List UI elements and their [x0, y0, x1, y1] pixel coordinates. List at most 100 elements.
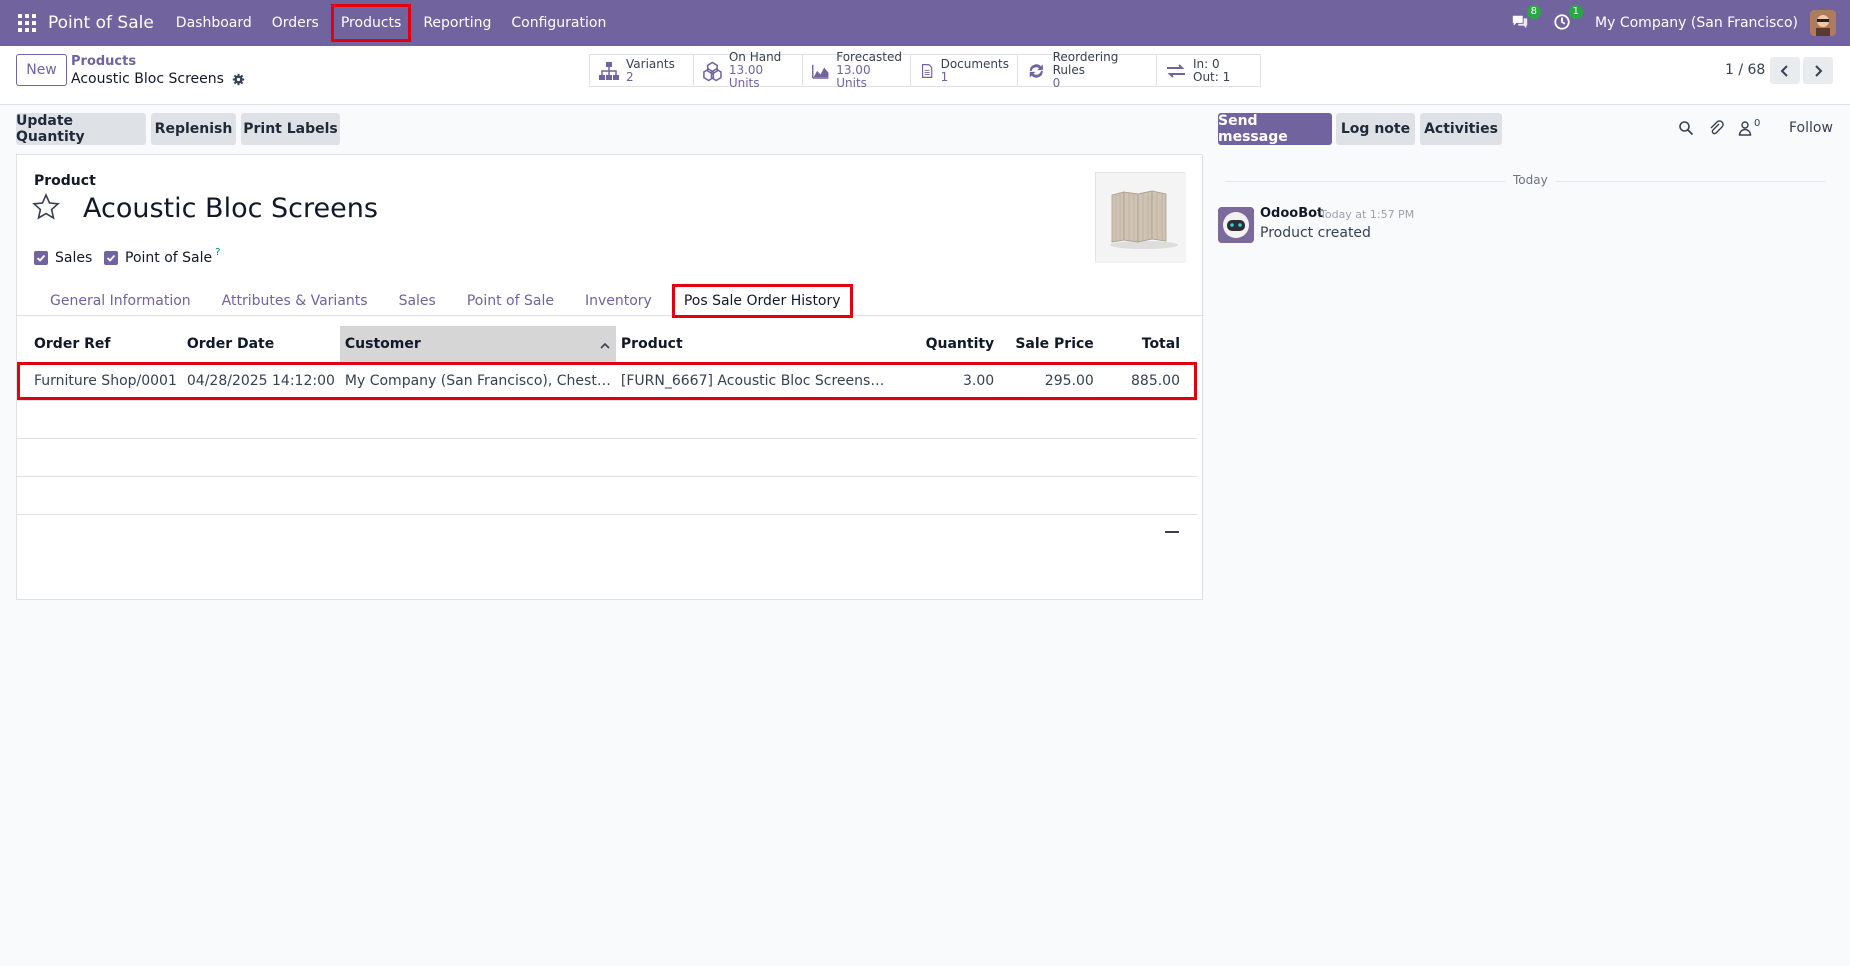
pager-previous-button[interactable]: [1770, 57, 1800, 84]
col-order-date[interactable]: Order Date: [182, 326, 340, 362]
odoobot-avatar: [1218, 207, 1254, 243]
print-labels-button[interactable]: Print Labels: [241, 113, 340, 145]
col-customer[interactable]: Customer: [339, 326, 616, 362]
sales-checkbox[interactable]: Sales: [34, 250, 92, 266]
new-button[interactable]: New: [16, 54, 67, 86]
tab-point-of-sale[interactable]: Point of Sale: [453, 286, 568, 315]
follow-button[interactable]: Follow: [1789, 120, 1833, 136]
col-customer-label: Customer: [344, 336, 421, 352]
cell-order-ref[interactable]: Furniture Shop/0001: [17, 362, 182, 401]
activities-systray[interactable]: 1: [1553, 5, 1584, 33]
product-field-label: Product: [34, 173, 96, 189]
pos-checkbox[interactable]: Point of Sale ?: [104, 247, 220, 266]
tab-pos-sale-order-history[interactable]: Pos Sale Order History: [671, 284, 853, 318]
sales-checkbox-box[interactable]: [34, 251, 48, 265]
breadcrumb-products[interactable]: Products: [71, 54, 136, 69]
on-hand-smart-button[interactable]: On Hand 13.00 Units: [694, 51, 803, 90]
pos-checkbox-label: Point of Sale: [125, 250, 213, 266]
col-order-ref[interactable]: Order Ref: [17, 326, 182, 362]
cell-customer[interactable]: My Company (San Francisco), Chester R…: [339, 362, 616, 401]
reordering-rules-value: 0: [1052, 76, 1061, 90]
control-panel: New Products Acoustic Bloc Screens Varia…: [0, 46, 1850, 105]
log-note-button[interactable]: Log note: [1336, 113, 1415, 145]
pos-order-history-table: Order Ref Order Date Customer Product Qu…: [17, 326, 1197, 515]
gear-icon[interactable]: [232, 73, 245, 86]
table-row[interactable]: Furniture Shop/0001 04/28/2025 14:12:00 …: [17, 362, 1197, 401]
documents-label: Documents: [940, 56, 1009, 71]
area-chart-icon: [812, 64, 829, 79]
check-icon: [106, 254, 116, 262]
cell-quantity[interactable]: 3.00: [894, 362, 1000, 401]
pos-checkbox-box[interactable]: [104, 251, 118, 265]
followers-count: 0: [1754, 118, 1761, 129]
clock-icon: [1554, 14, 1570, 30]
tab-attributes-variants[interactable]: Attributes & Variants: [208, 286, 382, 315]
cell-order-date[interactable]: 04/28/2025 14:12:00: [181, 362, 340, 401]
in-out-smart-button[interactable]: In: 0 Out: 1: [1157, 55, 1260, 86]
col-quantity[interactable]: Quantity: [895, 326, 999, 362]
followers-button[interactable]: 0: [1738, 118, 1760, 136]
chevron-up-icon: [600, 342, 610, 349]
cell-total[interactable]: 885.00: [1098, 362, 1197, 401]
tab-sales[interactable]: Sales: [385, 286, 450, 315]
replenish-button[interactable]: Replenish: [151, 113, 236, 145]
sales-checkbox-label: Sales: [55, 250, 93, 266]
exchange-icon: [1167, 63, 1185, 78]
product-name-field[interactable]: Acoustic Bloc Screens: [83, 193, 378, 224]
product-image[interactable]: [1095, 172, 1186, 263]
tab-general-information[interactable]: General Information: [36, 286, 205, 315]
search-icon[interactable]: [1678, 120, 1694, 136]
messages-badge: 8: [1526, 5, 1542, 19]
forecasted-value: 13.00 Units: [836, 63, 871, 90]
menu-products[interactable]: Products: [330, 4, 412, 42]
reordering-rules-smart-button[interactable]: Reordering Rules 0: [1018, 51, 1157, 90]
paperclip-icon[interactable]: [1708, 120, 1724, 136]
variants-value: 2: [626, 69, 634, 84]
star-icon[interactable]: [32, 193, 60, 221]
apps-menu-icon[interactable]: [18, 14, 36, 32]
chat-bubbles-icon: [1512, 15, 1528, 29]
menu-configuration[interactable]: Configuration: [501, 4, 616, 42]
user-avatar[interactable]: [1810, 10, 1836, 36]
app-name[interactable]: Point of Sale: [48, 13, 154, 33]
empty-row: [17, 476, 1197, 515]
user-icon: [1738, 121, 1752, 136]
product-form-sheet: Product Acoustic Bloc Screens Sales Poin…: [16, 154, 1204, 600]
variants-smart-button[interactable]: Variants 2: [590, 55, 694, 86]
menu-dashboard[interactable]: Dashboard: [166, 4, 262, 42]
out-label: Out: 1: [1193, 69, 1231, 84]
update-quantity-button[interactable]: Update Quantity: [16, 113, 146, 145]
cell-sale-price[interactable]: 295.00: [999, 362, 1099, 401]
company-switcher[interactable]: My Company (San Francisco): [1595, 15, 1798, 31]
in-label: In: 0: [1193, 56, 1220, 71]
menu-orders[interactable]: Orders: [262, 4, 329, 42]
col-product[interactable]: Product: [616, 326, 895, 362]
document-icon: [921, 63, 933, 78]
boxes-icon: [703, 61, 722, 81]
chevron-right-icon: [1815, 64, 1823, 77]
help-tooltip-icon[interactable]: ?: [215, 247, 220, 258]
col-sale-price[interactable]: Sale Price: [999, 326, 1099, 362]
messages-systray[interactable]: 8: [1511, 5, 1542, 33]
top-navbar: Point of Sale Dashboard Orders Products …: [0, 0, 1850, 46]
forecasted-smart-button[interactable]: Forecasted 13.00 Units: [803, 51, 911, 90]
pager-value[interactable]: 1 / 68: [1725, 62, 1765, 78]
pager-next-button[interactable]: [1803, 57, 1833, 84]
breadcrumb-current-label: Acoustic Bloc Screens: [71, 71, 224, 87]
documents-value: 1: [940, 69, 949, 84]
acoustic-screen-image: [1096, 173, 1186, 263]
col-total[interactable]: Total: [1099, 326, 1197, 362]
cell-product[interactable]: [FURN_6667] Acoustic Bloc Screens…: [615, 362, 895, 401]
table-header-row: Order Ref Order Date Customer Product Qu…: [17, 326, 1197, 362]
chevron-left-icon: [1780, 64, 1788, 77]
check-icon: [36, 254, 46, 262]
variants-icon: [599, 61, 619, 80]
send-message-button[interactable]: Send message: [1218, 113, 1332, 145]
message-time: Today at 1:57 PM: [1320, 208, 1415, 221]
tab-inventory[interactable]: Inventory: [571, 286, 666, 315]
message-body: Product created: [1260, 225, 1371, 241]
activities-button[interactable]: Activities: [1420, 113, 1502, 145]
menu-reporting[interactable]: Reporting: [413, 4, 501, 42]
message-author[interactable]: OdooBot: [1260, 206, 1323, 221]
documents-smart-button[interactable]: Documents 1: [911, 55, 1018, 86]
